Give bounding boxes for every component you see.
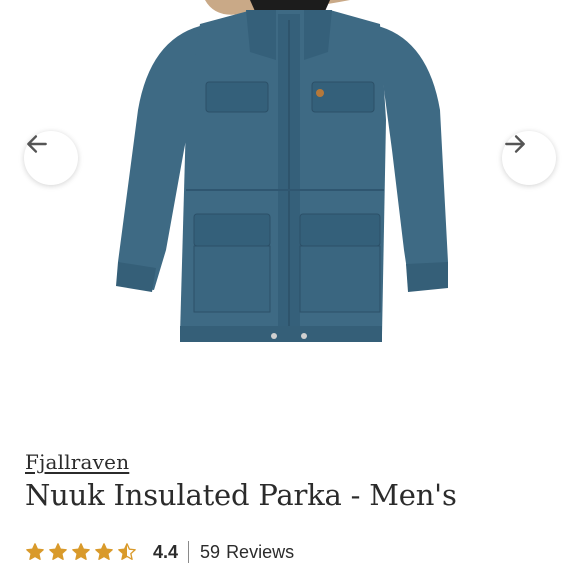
product-image-carousel[interactable]: [0, 0, 580, 410]
review-count[interactable]: 59: [200, 542, 220, 563]
star-icon: [26, 543, 44, 560]
product-title: Nuuk Insulated Parka - Men's: [25, 478, 457, 512]
star-icon: [72, 543, 90, 560]
brand-logo: [316, 89, 324, 97]
brand-link[interactable]: Fjallraven: [25, 450, 129, 474]
carousel-next-button[interactable]: [502, 131, 556, 185]
carousel-prev-button[interactable]: [24, 131, 78, 185]
right-cuff: [406, 262, 448, 292]
star-rating: [25, 542, 137, 562]
star-icon: [95, 543, 113, 560]
arrow-right-icon: [505, 135, 525, 153]
product-page: Fjallraven Nuuk Insulated Parka - Men's …: [0, 0, 580, 580]
parka-image: [116, 0, 448, 342]
arrow-left-icon: [27, 135, 47, 153]
rating-divider: [188, 541, 190, 563]
right-sleeve: [378, 26, 448, 290]
star-icon: [118, 543, 136, 560]
review-label[interactable]: Reviews: [226, 542, 294, 563]
star-icon: [49, 543, 67, 560]
rating-summary[interactable]: 4.4 59 Reviews: [25, 540, 294, 564]
rating-value: 4.4: [153, 541, 179, 562]
